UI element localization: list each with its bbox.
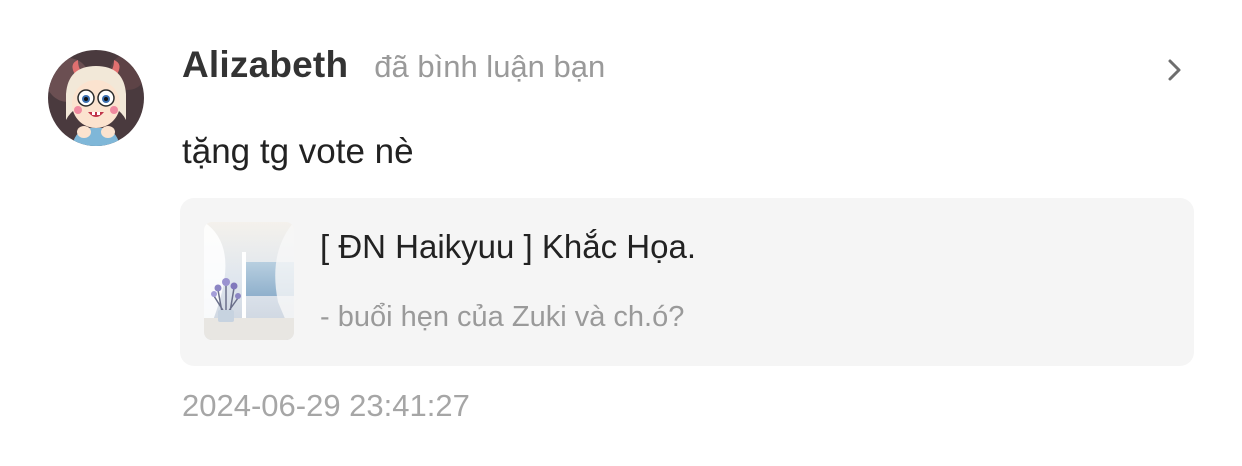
story-card[interactable]: [ ĐN Haikyuu ] Khắc Họa. - buổi hẹn của … bbox=[180, 198, 1194, 366]
story-cover-image bbox=[204, 222, 294, 340]
story-title: [ ĐN Haikyuu ] Khắc Họa. bbox=[320, 228, 696, 265]
story-cover bbox=[204, 222, 294, 340]
comment-notification[interactable]: Alizabeth đã bình luận bạn tặng tg vote … bbox=[0, 0, 1242, 466]
chevron-right-icon[interactable] bbox=[1158, 54, 1190, 86]
timestamp: 2024-06-29 23:41:27 bbox=[182, 388, 470, 423]
action-text: đã bình luận bạn bbox=[374, 49, 606, 84]
notification-header: Alizabeth đã bình luận bạn bbox=[182, 44, 605, 94]
story-chapter: - buổi hẹn của Zuki và ch.ó? bbox=[320, 301, 685, 333]
comment-text: tặng tg vote nè bbox=[182, 132, 414, 171]
cartoon-avatar-icon bbox=[48, 50, 144, 146]
user-avatar[interactable] bbox=[48, 50, 144, 146]
username[interactable]: Alizabeth bbox=[182, 44, 348, 86]
